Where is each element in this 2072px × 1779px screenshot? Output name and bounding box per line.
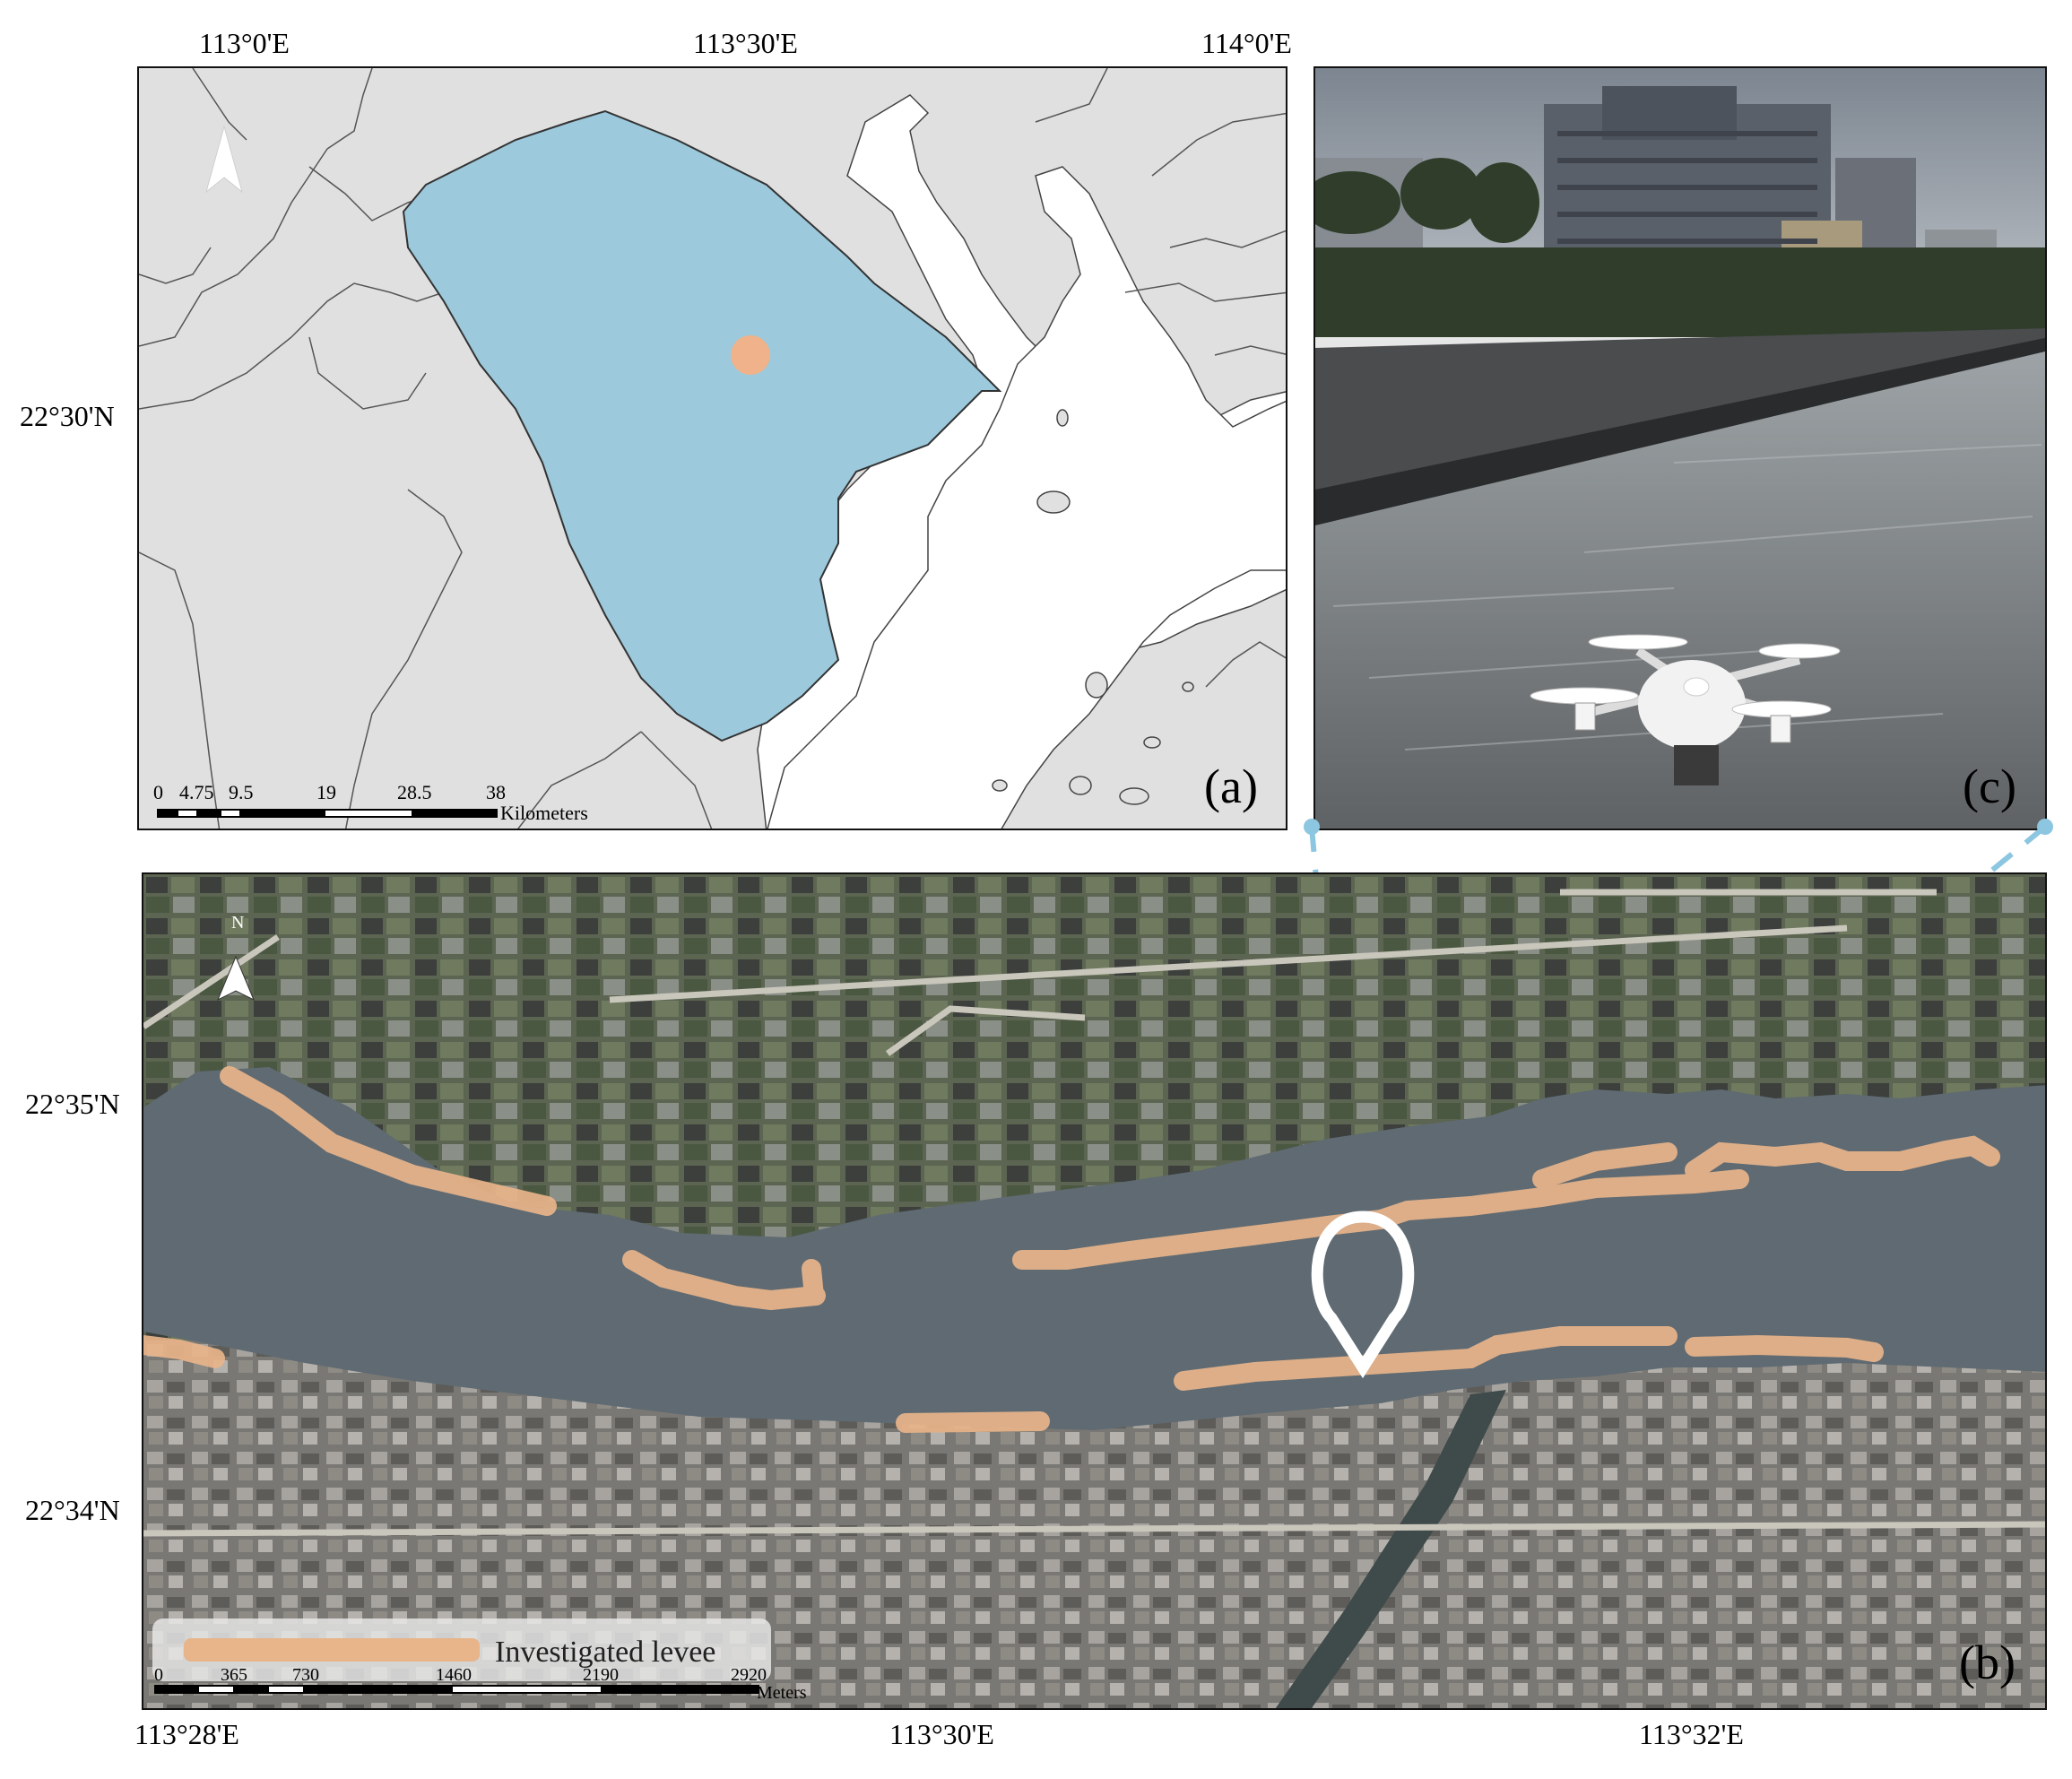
legend-levee-swatch <box>184 1638 480 1662</box>
lon-tick-b-2: 113°30'E <box>889 1718 994 1750</box>
scale-tick-b-2: 730 <box>292 1665 319 1685</box>
connector-dot-right <box>2037 819 2053 835</box>
panel-letter-b: (b) <box>1959 1636 2016 1689</box>
scale-tick-b-3: 1460 <box>436 1665 472 1685</box>
scale-tick-b-5: 2920 <box>731 1665 767 1685</box>
scale-bar-b <box>154 1685 759 1694</box>
connector-dot-left <box>1304 819 1320 835</box>
lat-tick-b-2: 22°34'N <box>25 1494 120 1526</box>
satellite-map: N Investigated levee 0 365 730 1460 2190… <box>143 874 2045 1708</box>
lon-tick-b-3: 113°32'E <box>1639 1718 1744 1750</box>
legend-label: Investigated levee <box>495 1636 715 1669</box>
scale-unit-b: Meters <box>757 1683 807 1703</box>
scale-tick-b-1: 365 <box>221 1665 247 1685</box>
north-label: N <box>231 913 244 933</box>
lat-tick-b-1: 22°35'N <box>25 1088 120 1120</box>
scale-tick-b-4: 2190 <box>583 1665 619 1685</box>
scale-tick-b-0: 0 <box>154 1665 163 1685</box>
lon-tick-b-1: 113°28'E <box>134 1718 239 1750</box>
satellite-map-panel: N Investigated levee 0 365 730 1460 2190… <box>142 872 2047 1710</box>
